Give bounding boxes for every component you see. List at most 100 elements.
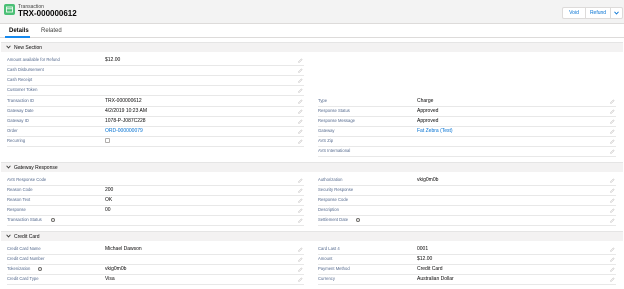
pencil-icon[interactable] bbox=[298, 267, 303, 272]
field-label: Gateway Date bbox=[7, 108, 34, 113]
field-label: Credit Card Number bbox=[7, 256, 45, 261]
pencil-icon[interactable] bbox=[298, 109, 303, 114]
pencil-icon[interactable] bbox=[610, 149, 615, 154]
pencil-icon[interactable] bbox=[610, 99, 615, 104]
field-currency: Currency Australian Dollar bbox=[318, 275, 616, 285]
field-label: Cash Receipt bbox=[7, 77, 33, 82]
section-header-gateway-response[interactable]: Gateway Response bbox=[1, 162, 623, 172]
info-icon[interactable] bbox=[355, 218, 360, 222]
pencil-icon[interactable] bbox=[298, 99, 303, 104]
field-security-response: Security Response bbox=[318, 186, 616, 196]
field-value-link[interactable]: Fat Zebra (Test) bbox=[417, 128, 453, 134]
pencil-icon[interactable] bbox=[298, 139, 303, 144]
record-header: Transaction TRX-000000612 Void Refund bbox=[0, 0, 624, 24]
pencil-icon[interactable] bbox=[298, 198, 303, 203]
field-response-message: Response Message Approved bbox=[318, 117, 616, 127]
info-icon[interactable] bbox=[51, 218, 56, 222]
field-value: $12.00 bbox=[417, 256, 433, 262]
field-value: vkig0m0b bbox=[417, 177, 439, 183]
field-description: Description bbox=[318, 206, 616, 216]
pencil-icon[interactable] bbox=[298, 78, 303, 83]
field-customer-token: Customer Token bbox=[7, 86, 304, 96]
pencil-icon[interactable] bbox=[610, 129, 615, 134]
field-order: Order ORD-000000079 bbox=[7, 127, 304, 137]
field-label: Amount bbox=[318, 256, 333, 261]
pencil-icon[interactable] bbox=[298, 277, 303, 282]
field-label: Gateway ID bbox=[7, 118, 29, 123]
pencil-icon[interactable] bbox=[610, 267, 615, 272]
pencil-icon[interactable] bbox=[610, 218, 615, 223]
field-value: 00 bbox=[105, 207, 111, 213]
pencil-icon[interactable] bbox=[298, 247, 303, 252]
transaction-icon bbox=[4, 4, 15, 15]
field-value: Approved bbox=[417, 108, 439, 114]
pencil-icon[interactable] bbox=[298, 68, 303, 73]
field-value: 4/2/2019 10:23 AM bbox=[105, 108, 147, 114]
field-response: Response 00 bbox=[7, 206, 304, 216]
field-value: 0001 bbox=[417, 246, 429, 252]
field-amount-available-for-refund: Amount available for Refund $12.00 bbox=[7, 56, 304, 66]
pencil-icon[interactable] bbox=[298, 178, 303, 183]
field-credit-card-number: Credit Card Number bbox=[7, 255, 304, 265]
section-title: Gateway Response bbox=[14, 165, 58, 171]
field-value: 200 bbox=[105, 187, 114, 193]
section-header-credit-card[interactable]: Credit Card bbox=[1, 231, 623, 241]
field-value-link[interactable]: ORD-000000079 bbox=[105, 128, 143, 134]
field-label: Credit Card Name bbox=[7, 246, 41, 251]
field-cash-disbursement: Cash Disbursement bbox=[7, 66, 304, 76]
field-credit-card-type: Credit Card Type Visa bbox=[7, 275, 304, 285]
refund-button[interactable]: Refund bbox=[586, 7, 611, 19]
field-label: Transaction ID bbox=[7, 98, 35, 103]
field-cash-receipt: Cash Receipt bbox=[7, 76, 304, 86]
tab-details[interactable]: Details bbox=[9, 28, 29, 34]
field-settlement-date: Settlement Date bbox=[318, 216, 616, 226]
pencil-icon[interactable] bbox=[298, 208, 303, 213]
tab-related[interactable]: Related bbox=[41, 28, 62, 34]
pencil-icon[interactable] bbox=[610, 119, 615, 124]
field-label: Security Response bbox=[318, 187, 354, 192]
field-type: Type Charge bbox=[318, 97, 616, 107]
pencil-icon[interactable] bbox=[610, 109, 615, 114]
info-icon[interactable] bbox=[37, 267, 42, 271]
field-label: AVS Zip bbox=[318, 138, 334, 143]
active-tab-indicator bbox=[5, 36, 30, 38]
field-label: AVS International bbox=[318, 148, 351, 153]
pencil-icon[interactable] bbox=[610, 188, 615, 193]
pencil-icon[interactable] bbox=[610, 277, 615, 282]
section-header-new-section[interactable]: New Section bbox=[1, 42, 623, 52]
field-label: Response Status bbox=[318, 108, 350, 113]
field-value: OK bbox=[105, 197, 113, 203]
field-response-status: Response Status Approved bbox=[318, 107, 616, 117]
field-label: Type bbox=[318, 98, 328, 103]
field-value: vkig0m0b bbox=[105, 266, 127, 272]
field-label: Gateway bbox=[318, 128, 335, 133]
record-tabs: Details Related bbox=[0, 25, 624, 38]
pencil-icon[interactable] bbox=[298, 188, 303, 193]
field-recurring: Recurring bbox=[7, 137, 304, 147]
pencil-icon[interactable] bbox=[298, 58, 303, 63]
pencil-icon[interactable] bbox=[298, 218, 303, 223]
pencil-icon[interactable] bbox=[298, 88, 303, 93]
void-button[interactable]: Void bbox=[562, 7, 586, 19]
pencil-icon[interactable] bbox=[298, 129, 303, 134]
field-value: 1078-P-J087C228 bbox=[105, 118, 146, 124]
field-label: Credit Card Type bbox=[7, 276, 39, 281]
pencil-icon[interactable] bbox=[298, 119, 303, 124]
field-tokenization: Tokenization vkig0m0b bbox=[7, 265, 304, 275]
field-value: TRX-000000612 bbox=[105, 98, 142, 104]
section-title: Credit Card bbox=[14, 234, 40, 240]
pencil-icon[interactable] bbox=[610, 257, 615, 262]
field-label: Cash Disbursement bbox=[7, 67, 44, 72]
pencil-icon[interactable] bbox=[610, 178, 615, 183]
field-label: Tokenization bbox=[7, 266, 31, 271]
pencil-icon[interactable] bbox=[610, 247, 615, 252]
more-actions-button[interactable] bbox=[611, 7, 623, 19]
pencil-icon[interactable] bbox=[610, 208, 615, 213]
field-response-code: Response Code bbox=[318, 196, 616, 206]
pencil-icon[interactable] bbox=[610, 198, 615, 203]
field-value: Visa bbox=[105, 276, 115, 282]
chevron-down-icon bbox=[6, 165, 11, 171]
field-avs-response-code: AVS Response Code bbox=[7, 176, 304, 186]
pencil-icon[interactable] bbox=[298, 257, 303, 262]
pencil-icon[interactable] bbox=[610, 139, 615, 144]
